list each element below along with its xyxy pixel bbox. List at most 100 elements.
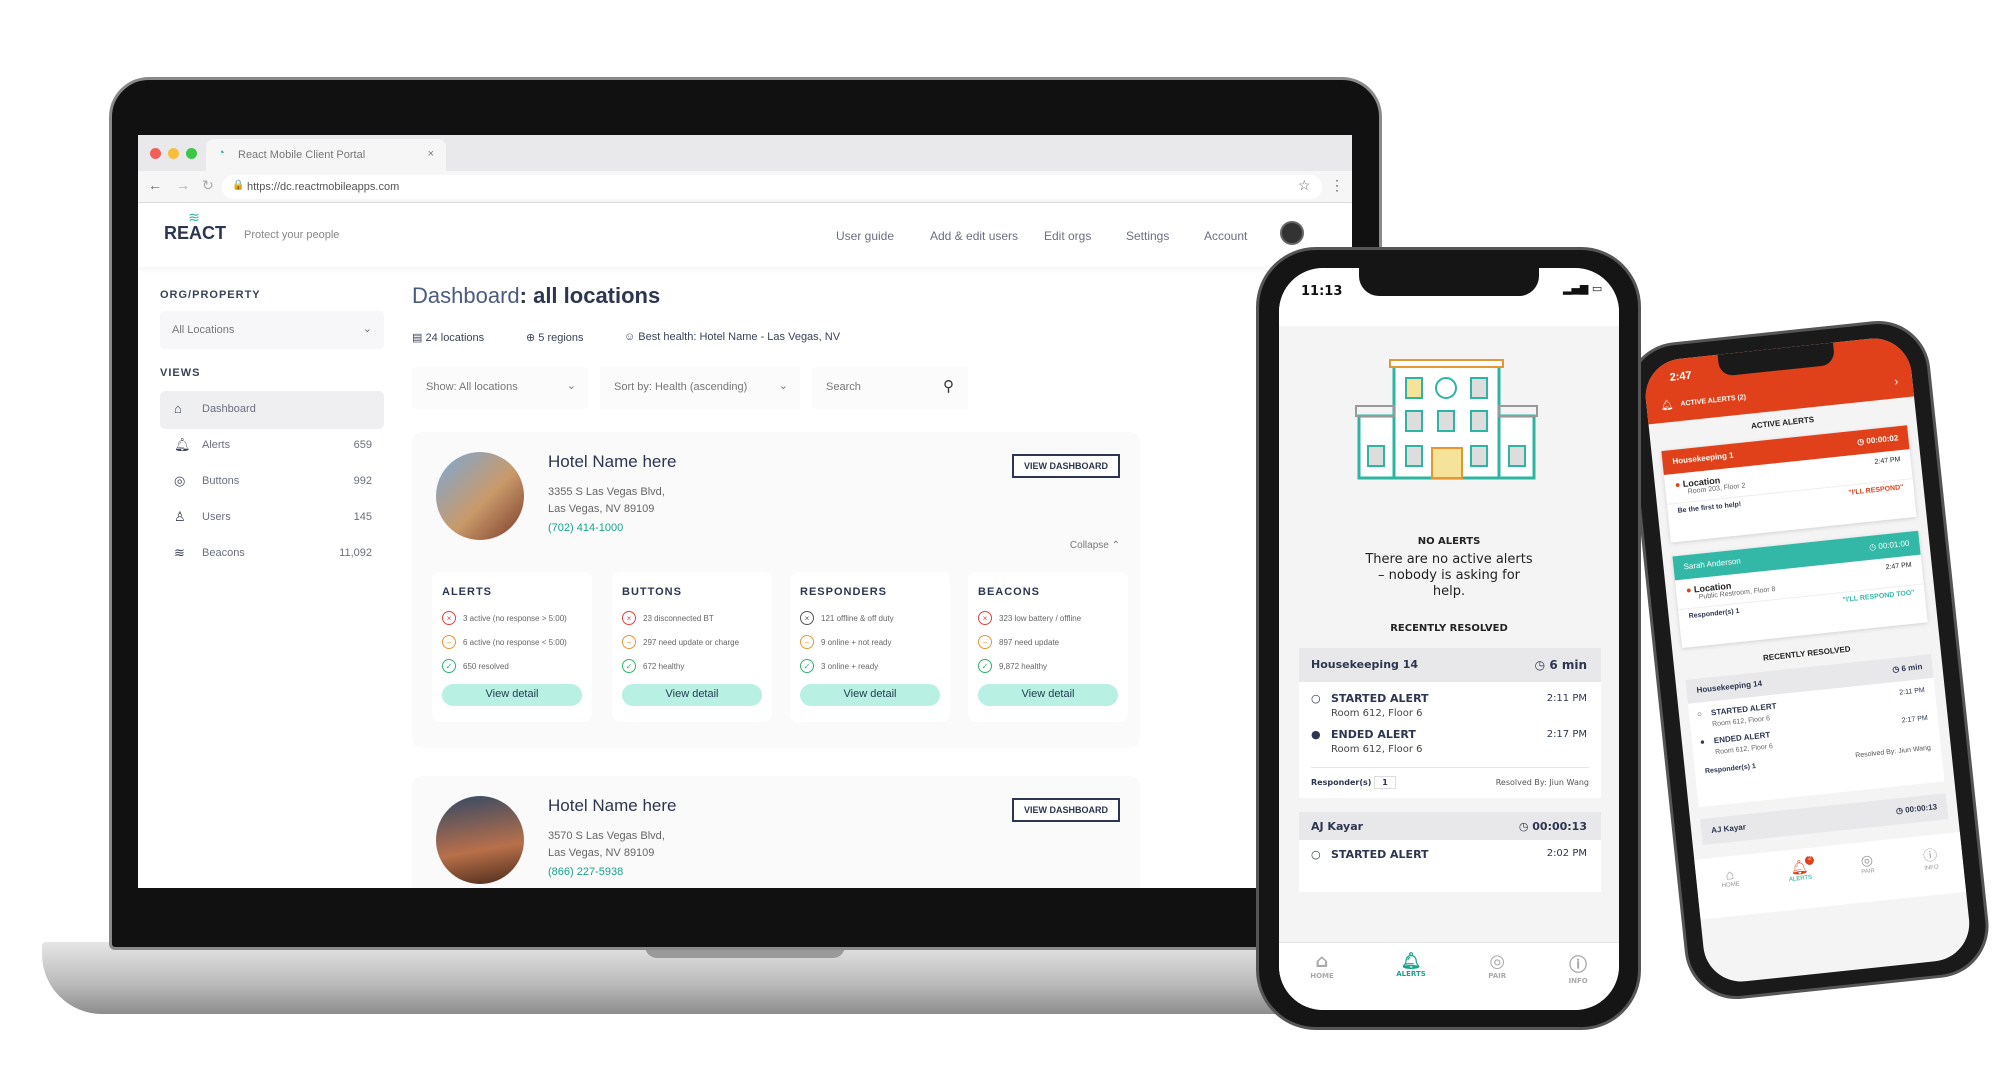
search-input[interactable]: Search ⚲ xyxy=(812,367,968,409)
globe-icon: ⊕ xyxy=(526,332,539,344)
minimize-dot[interactable] xyxy=(168,148,179,159)
panel-buttons: BUTTONS × 23 disconnected BT −297 need upda… xyxy=(612,572,772,722)
nav-edit-orgs[interactable]: Edit orgs xyxy=(1044,229,1091,243)
show-select-value: Show: All locations xyxy=(426,381,518,393)
hotel-address: 3570 S Las Vegas Blvd, Las Vegas, NV 8910… xyxy=(548,828,665,862)
hotel-name[interactable]: Hotel Name here xyxy=(548,452,677,472)
search-icon[interactable]: ⚲ xyxy=(943,377,954,395)
nav-settings[interactable]: Settings xyxy=(1126,229,1169,243)
card-duration: ◷ 00:00:13 xyxy=(1895,802,1938,816)
building-icon: ▤ xyxy=(412,332,426,344)
bell-icon: 🔔︎ xyxy=(174,437,191,452)
tab-title: React Mobile Client Portal xyxy=(238,149,366,161)
ill-respond-button[interactable]: "I'LL RESPOND" xyxy=(1848,484,1904,497)
laptop-screen: ◔ React Mobile Client Portal × ← → ↻ 🔒 http… xyxy=(138,135,1352,888)
row-text: 9 online + not ready xyxy=(821,637,892,647)
phone2-screen: 2:47 🔔︎ ACTIVE ALERTS (2) › ACTIVE ALERT… xyxy=(1642,334,1973,986)
phone-active-alerts: 2:47 🔔︎ ACTIVE ALERTS (2) › ACTIVE ALERT… xyxy=(1621,315,1994,1005)
row-text: 650 resolved xyxy=(463,661,509,671)
card-name: Housekeeping 14 xyxy=(1696,678,1763,695)
alert-card[interactable]: Sarah Anderson ◷ 00:01:00 ● Location 2:47 … xyxy=(1672,530,1928,649)
app-header: ≋ REACT Protect your people User guide A… xyxy=(138,203,1352,267)
resolved-card[interactable]: Housekeeping 14 ◷ 6 min ○ STARTED ALERT 2:1… xyxy=(1299,648,1601,798)
sort-select[interactable]: Sort by: Health (ascending) ⌄ xyxy=(600,367,800,409)
maximize-dot[interactable] xyxy=(186,148,197,159)
tab-pair[interactable]: ◎ PAIR xyxy=(1859,851,1878,902)
sidebar-item-dashboard[interactable]: ⌂ Dashboard xyxy=(160,391,384,429)
status-gry-icon: × xyxy=(800,611,814,625)
start-dot-icon: ○ xyxy=(1311,848,1321,861)
view-detail-button[interactable]: View detail xyxy=(800,684,940,706)
hotel-name[interactable]: Hotel Name here xyxy=(548,796,677,816)
star-icon[interactable]: ☆ xyxy=(1298,177,1311,194)
responders-label: Responder(s) xyxy=(1688,608,1735,621)
info-icon: ⓘ xyxy=(1922,846,1938,864)
menu-icon[interactable]: ⋮ xyxy=(1330,177,1344,194)
org-select[interactable]: All Locations ⌄ xyxy=(160,311,384,349)
sidebar-item-beacons[interactable]: ≋ Beacons 11,092 xyxy=(160,535,384,573)
resolved-card[interactable]: AJ Kayar ◷ 00:00:13 ○ STARTED ALERT 2:02 PM xyxy=(1299,812,1601,892)
status-time: 11:13 xyxy=(1301,284,1343,299)
panel-row: −9 online + not ready xyxy=(800,630,940,654)
pair-icon: ◎ xyxy=(1859,851,1874,869)
view-dashboard-button[interactable]: VIEW DASHBOARD xyxy=(1011,798,1120,822)
view-detail-button[interactable]: View detail xyxy=(978,684,1118,706)
view-detail-button[interactable]: View detail xyxy=(622,684,762,706)
phone-notch xyxy=(1359,268,1539,296)
panel-row: × 3 active (no response > 5:00) xyxy=(442,606,582,630)
close-dot[interactable] xyxy=(150,148,161,159)
responders-label: Responder(s) xyxy=(1311,778,1372,787)
responders-count: 1 xyxy=(1374,776,1396,789)
status-org-icon: − xyxy=(442,635,456,649)
tab-pair[interactable]: ◎ PAIR xyxy=(1488,951,1506,1010)
back-icon[interactable]: ← xyxy=(148,177,162,193)
alert-card[interactable]: Housekeeping 1 ◷ 00:00:02 ● Location 2:47 … xyxy=(1661,425,1917,543)
view-detail-button[interactable]: View detail xyxy=(442,684,582,706)
tab-info[interactable]: ⓘ INFO xyxy=(1922,845,1941,896)
ended-label: ENDED ALERT xyxy=(1331,728,1416,741)
nav-user-guide[interactable]: User guide xyxy=(836,229,894,243)
panel-row: −897 need update xyxy=(978,630,1118,654)
show-select[interactable]: Show: All locations ⌄ xyxy=(412,367,588,409)
alert-name: Housekeeping 1 xyxy=(1672,450,1735,466)
view-dashboard-button[interactable]: VIEW DASHBOARD xyxy=(1011,454,1120,478)
nav-account[interactable]: Account xyxy=(1204,229,1247,243)
tab-bar: ⌂ HOME 🔔︎ 2 ALERTS ◎ PAIR ⓘ INFO xyxy=(1694,832,1967,920)
signal-wifi-battery-icon: ▂▄▆ ▭ xyxy=(1563,282,1603,295)
url-input[interactable]: 🔒 https://dc.reactmobileapps.com xyxy=(222,175,1322,199)
nav-add-edit-users[interactable]: Add & edit users xyxy=(930,229,1018,243)
tab-alerts[interactable]: 🔔︎ ALERTS xyxy=(1396,951,1426,1010)
sidebar-item-count: 145 xyxy=(353,511,372,523)
hotel-phone[interactable]: (866) 227-5938 xyxy=(548,866,623,878)
panel-title: RESPONDERS xyxy=(800,586,888,598)
status-time: 2:47 xyxy=(1669,369,1693,384)
info-icon: ⓘ xyxy=(1569,955,1588,976)
smiley-icon: ☺ xyxy=(624,331,639,343)
tab-home[interactable]: ⌂ HOME xyxy=(1720,865,1743,917)
status-grn-icon: ✓ xyxy=(442,659,456,673)
collapse-toggle[interactable]: Collapse ⌃ xyxy=(1070,540,1120,551)
tab-alerts[interactable]: 🔔︎ 2 ALERTS xyxy=(1787,855,1815,910)
react-logo[interactable]: ≋ REACT xyxy=(164,210,226,244)
sidebar-item-label: Beacons xyxy=(202,547,245,559)
tab-info[interactable]: ⓘ INFO xyxy=(1569,951,1588,1010)
title-bold: Dashboard xyxy=(412,283,520,308)
tab-close-icon[interactable]: × xyxy=(428,148,434,160)
tab-home[interactable]: ⌂ HOME xyxy=(1310,951,1334,1010)
sidebar-item-buttons[interactable]: ◎ Buttons 992 xyxy=(160,463,384,501)
sidebar-item-alerts[interactable]: 🔔︎ Alerts 659 xyxy=(160,427,384,465)
resolved-card[interactable]: Housekeeping 14 ◷ 6 min ○ STARTED ALERT 2:1… xyxy=(1685,654,1945,808)
wifi-icon: ≋ xyxy=(174,545,185,560)
sidebar-item-users[interactable]: ♙ Users 145 xyxy=(160,499,384,537)
panel-row: ✓ 672 healthy xyxy=(622,654,762,678)
hotel-phone[interactable]: (702) 414-1000 xyxy=(548,522,623,534)
forward-icon[interactable]: → xyxy=(176,177,190,193)
alert-prompt: Be the first to help! xyxy=(1677,501,1742,515)
reload-icon[interactable]: ↻ xyxy=(202,177,214,194)
card-name: AJ Kayar xyxy=(1311,820,1364,833)
avatar[interactable] xyxy=(1280,221,1304,245)
ill-respond-too-button[interactable]: "I'LL RESPOND TOO" xyxy=(1842,589,1915,604)
status-org-icon: − xyxy=(622,635,636,649)
panel-responders: RESPONDERS × 121 offline & off duty −9 onli… xyxy=(790,572,950,722)
browser-tab[interactable]: ◔ React Mobile Client Portal × xyxy=(206,139,446,171)
